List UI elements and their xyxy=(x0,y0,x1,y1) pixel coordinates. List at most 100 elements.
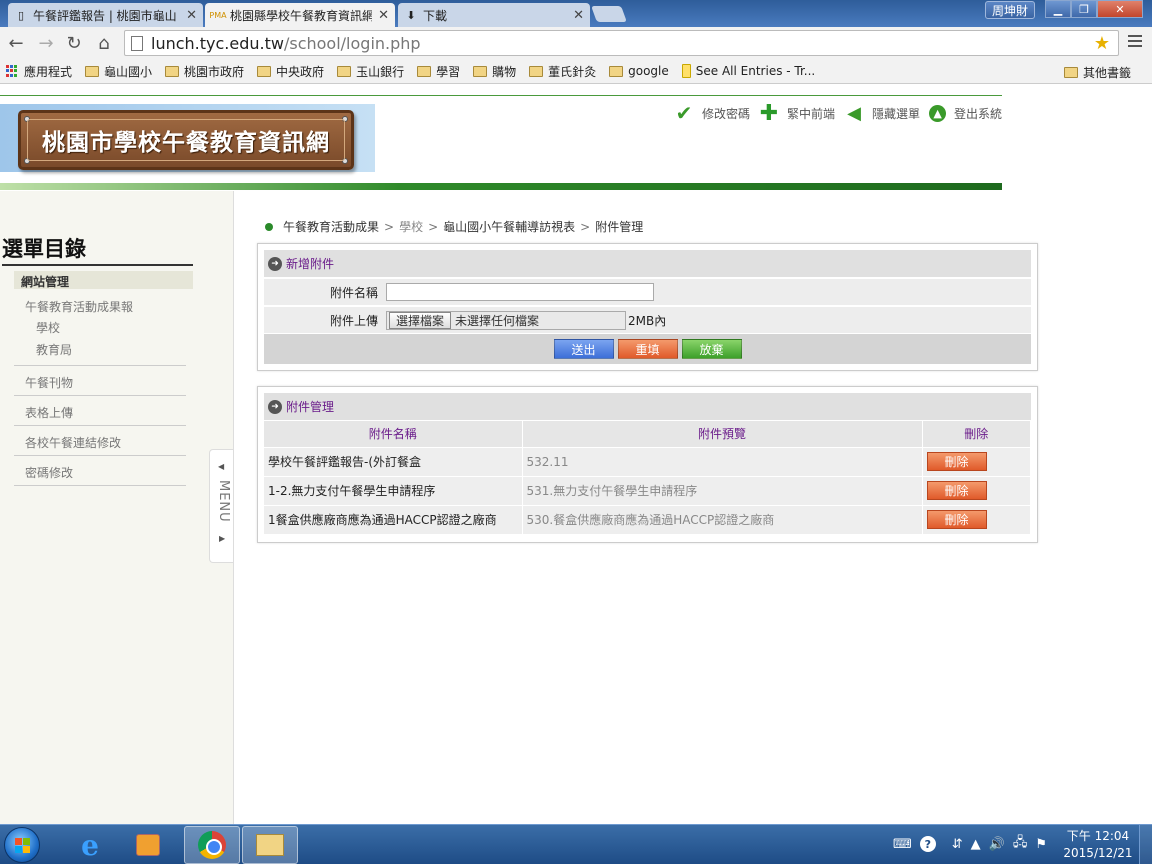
bookmark-star-icon[interactable]: ★ xyxy=(1094,33,1110,54)
bookmark-folder[interactable]: 購物 xyxy=(473,63,516,80)
change-password-link[interactable]: ✔ 修改密碼 xyxy=(674,101,750,125)
arrow-left-icon: ◀ xyxy=(847,102,861,124)
close-icon[interactable]: ✕ xyxy=(573,8,584,23)
sidebar-divider xyxy=(14,425,186,426)
bookmark-folder[interactable]: google xyxy=(609,64,669,78)
bookmark-folder[interactable]: 學習 xyxy=(417,63,460,80)
sidebar-item-report[interactable]: 午餐教育活動成果報 xyxy=(25,298,133,315)
taskbar-chrome[interactable] xyxy=(184,826,240,864)
attachment-name-input[interactable] xyxy=(386,283,654,301)
delete-cell: 刪除 xyxy=(922,504,1031,534)
network-activity-icon[interactable]: ⇵ xyxy=(952,837,963,852)
window-close-icon[interactable]: ✕ xyxy=(1097,0,1143,18)
logout-link[interactable]: ▲ 登出系統 xyxy=(929,104,1002,122)
address-bar: ← → ↻ ⌂ lunch.tyc.edu.tw/school/login.ph… xyxy=(0,27,1152,59)
media-player-icon xyxy=(136,834,160,856)
submit-button[interactable]: 送出 xyxy=(553,339,614,359)
taskbar-media-player[interactable] xyxy=(120,826,176,864)
network-icon[interactable]: 🖧 xyxy=(1013,833,1028,855)
attachment-preview-link[interactable]: 531.無力支付午餐學生申請程序 xyxy=(522,475,923,505)
header-green-bar xyxy=(0,183,1002,190)
note-icon xyxy=(681,64,691,78)
bookmark-folder[interactable]: 龜山國小 xyxy=(85,63,152,80)
bookmark-folder[interactable]: 玉山銀行 xyxy=(337,63,404,80)
bookmark-link[interactable]: See All Entries - Tr... xyxy=(681,64,816,78)
sidebar-item-links[interactable]: 各校午餐連結修改 xyxy=(25,434,121,451)
folder-icon xyxy=(257,65,272,77)
pma-icon: PMA xyxy=(209,10,227,20)
choose-file-button[interactable]: 選擇檔案 xyxy=(389,311,452,329)
delete-button[interactable]: 刪除 xyxy=(926,510,987,530)
plus-icon: ✚ xyxy=(759,100,779,126)
bookmark-folder[interactable]: 中央政府 xyxy=(257,63,324,80)
add-attachment-panel: ➜ 新增附件 附件名稱 附件上傳 選擇檔案 未選擇任何檔案 2MB內 送出 重填… xyxy=(257,243,1038,371)
chrome-icon xyxy=(198,831,226,859)
hide-menu-link[interactable]: ◀ 隱藏選單 xyxy=(844,102,920,124)
menu-toggle-tab[interactable]: ◀ MENU ▶ xyxy=(209,449,233,563)
sidebar-divider xyxy=(14,485,186,486)
arrow-up-icon: ▲ xyxy=(929,104,947,122)
table-row: 學校午餐評鑑報告-(外訂餐盒 532.11 刪除 xyxy=(264,446,1031,476)
url-input[interactable]: lunch.tyc.edu.tw/school/login.php ★ xyxy=(124,30,1119,56)
show-hidden-icons[interactable]: ▲ xyxy=(971,837,981,852)
check-icon: ✔ xyxy=(675,101,693,125)
bookmark-label: google xyxy=(628,64,669,78)
site-logo-sign[interactable]: 桃園市學校午餐教育資訊網 xyxy=(18,110,354,170)
bookmark-label: 玉山銀行 xyxy=(356,64,405,79)
taskbar-ie[interactable]: e xyxy=(62,826,118,864)
reload-icon[interactable]: ↻ xyxy=(64,33,84,54)
attachment-preview-link[interactable]: 530.餐盒供應廠商應為通過HACCP認證之廠商 xyxy=(522,504,923,534)
close-icon[interactable]: ✕ xyxy=(378,8,389,23)
cancel-button[interactable]: 放棄 xyxy=(681,339,742,359)
sidebar-item-bureau[interactable]: 教育局 xyxy=(36,341,72,358)
file-input[interactable]: 選擇檔案 未選擇任何檔案 xyxy=(386,310,626,330)
keyboard-icon[interactable]: ⌨ xyxy=(893,837,912,852)
bookmark-folder[interactable]: 桃園市政府 xyxy=(165,63,244,80)
delete-button[interactable]: 刪除 xyxy=(926,481,987,500)
breadcrumb-visit[interactable]: 龜山國小午餐輔導訪視表 xyxy=(443,218,575,235)
breadcrumb-home[interactable]: 午餐教育活動成果 xyxy=(283,218,379,235)
other-bookmarks[interactable]: 其他書籤 xyxy=(1063,64,1131,81)
windows-taskbar: e ⌨ ? ⇵ ▲ 🔊 🖧 ⚑ 下午 12:04 2015/12/21 xyxy=(0,824,1152,864)
restore-icon[interactable]: ❐ xyxy=(1071,0,1097,18)
windows-logo-icon xyxy=(15,846,22,853)
tab-lunch-report[interactable]: ▯ 午餐評鑑報告 | 桃園市龜山 ✕ xyxy=(8,3,203,27)
breadcrumb-separator: > xyxy=(428,219,439,234)
breadcrumb-school[interactable]: 學校 xyxy=(399,218,423,235)
breadcrumb-separator: > xyxy=(384,219,395,234)
minimize-icon[interactable]: ▁ xyxy=(1045,0,1071,18)
reset-button[interactable]: 重填 xyxy=(617,339,678,359)
breadcrumb-separator: > xyxy=(580,219,591,234)
help-icon[interactable]: ? xyxy=(919,836,936,852)
browser-tab-bar: ▯ 午餐評鑑報告 | 桃園市龜山 ✕ PMA 桃園縣學校午餐教育資訊網 ✕ ⬇ … xyxy=(0,0,1152,27)
clock-time: 下午 12:04 xyxy=(1066,829,1130,843)
sidebar-item-upload[interactable]: 表格上傳 xyxy=(25,404,73,421)
close-icon[interactable]: ✕ xyxy=(186,8,197,23)
sidebar-item-school[interactable]: 學校 xyxy=(36,319,60,336)
sidebar-item-magazine[interactable]: 午餐刊物 xyxy=(25,374,73,391)
show-desktop-button[interactable] xyxy=(1139,825,1152,864)
frontend-link[interactable]: ✚ 緊中前端 xyxy=(759,100,835,126)
sidebar-item-password[interactable]: 密碼修改 xyxy=(25,464,73,481)
browser-menu-icon[interactable] xyxy=(1128,35,1142,49)
triangle-left-icon: ◀ xyxy=(218,462,225,471)
delete-cell: 刪除 xyxy=(922,475,1031,505)
tab-lunch-site[interactable]: PMA 桃園縣學校午餐教育資訊網 ✕ xyxy=(205,3,395,27)
new-tab-button[interactable] xyxy=(591,6,627,22)
start-button[interactable] xyxy=(4,827,40,863)
bookmark-folder[interactable]: 董氏針灸 xyxy=(529,63,596,80)
page-icon: ▯ xyxy=(17,8,25,22)
profile-button[interactable]: 周坤財 xyxy=(985,1,1036,19)
delete-button[interactable]: 刪除 xyxy=(926,452,987,471)
bookmark-label: See All Entries - Tr... xyxy=(695,64,816,78)
action-center-flag-icon[interactable]: ⚑ xyxy=(1035,837,1047,852)
taskbar-explorer[interactable] xyxy=(242,826,298,864)
system-clock[interactable]: 下午 12:04 2015/12/21 xyxy=(1058,828,1138,862)
home-icon[interactable]: ⌂ xyxy=(94,33,114,54)
tab-downloads[interactable]: ⬇ 下載 ✕ xyxy=(398,3,590,27)
volume-icon[interactable]: 🔊 xyxy=(989,837,1005,852)
bookmark-apps[interactable]: 應用程式 xyxy=(6,63,72,80)
forward-icon[interactable]: → xyxy=(36,33,56,54)
attachment-preview-link[interactable]: 532.11 xyxy=(522,446,923,476)
back-icon[interactable]: ← xyxy=(6,33,26,54)
